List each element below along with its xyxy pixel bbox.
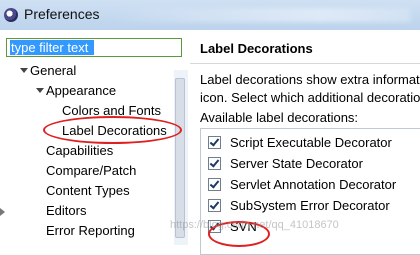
decorator-checkbox[interactable] bbox=[208, 198, 221, 212]
decorator-item[interactable]: SubSystem Error Decorator bbox=[208, 196, 390, 214]
decorator-label: SVN bbox=[230, 218, 257, 234]
tree-item-colors-and-fonts[interactable]: Colors and Fonts bbox=[62, 103, 161, 119]
page-description: Label decorations show extra information… bbox=[200, 71, 420, 107]
tree-item-content-types[interactable]: Content Types bbox=[46, 183, 130, 199]
tree-item-error-reporting[interactable]: Error Reporting bbox=[46, 223, 135, 239]
decorator-checkbox[interactable] bbox=[208, 219, 221, 233]
decorator-item[interactable]: SVN bbox=[208, 217, 257, 235]
page-title: Label Decorations bbox=[200, 41, 313, 56]
tree-item-compare-patch[interactable]: Compare/Patch bbox=[46, 163, 136, 179]
tree-item-appearance[interactable]: Appearance bbox=[46, 83, 116, 99]
title-bar[interactable]: Preferences bbox=[0, 0, 420, 30]
title-divider bbox=[190, 63, 420, 64]
tree-item-editors[interactable]: Editors bbox=[46, 203, 86, 219]
collapsed-arrow-icon[interactable] bbox=[0, 208, 5, 216]
tree-item-label-decorations[interactable]: Label Decorations bbox=[62, 123, 167, 139]
decorations-list[interactable]: Script Executable Decorator Server State … bbox=[200, 128, 420, 255]
decorator-checkbox[interactable] bbox=[208, 177, 221, 191]
decorator-label: Server State Decorator bbox=[230, 155, 363, 171]
eclipse-icon bbox=[4, 8, 18, 22]
decorator-item[interactable]: Servlet Annotation Decorator bbox=[208, 175, 396, 193]
preferences-tree-pane: type filter text GeneralAppearanceColors… bbox=[0, 30, 191, 245]
decorator-label: Script Executable Decorator bbox=[230, 134, 392, 150]
expanded-arrow-icon[interactable] bbox=[36, 88, 44, 93]
decorator-checkbox[interactable] bbox=[208, 156, 221, 170]
decorator-item[interactable]: Server State Decorator bbox=[208, 154, 363, 172]
decorator-label: Servlet Annotation Decorator bbox=[230, 176, 397, 192]
description-line-1: Label decorations show extra information bbox=[200, 72, 420, 87]
tree-item-general[interactable]: General bbox=[30, 63, 76, 79]
decorator-checkbox[interactable] bbox=[208, 135, 221, 149]
decorations-list-label: Available label decorations: bbox=[200, 110, 359, 125]
decorator-item[interactable]: Script Executable Decorator bbox=[208, 133, 392, 151]
window-title: Preferences bbox=[24, 6, 100, 22]
preference-page: Label Decorations Label decorations show… bbox=[190, 30, 420, 255]
title-bar-blur bbox=[115, 8, 410, 22]
description-line-2: icon. Select which additional decoration… bbox=[200, 90, 420, 105]
filter-input[interactable] bbox=[6, 38, 182, 57]
tree-scrollbar-thumb[interactable] bbox=[175, 78, 185, 238]
decorator-label: SubSystem Error Decorator bbox=[230, 197, 390, 213]
expanded-arrow-icon[interactable] bbox=[20, 68, 28, 73]
tree-item-capabilities[interactable]: Capabilities bbox=[46, 143, 113, 159]
